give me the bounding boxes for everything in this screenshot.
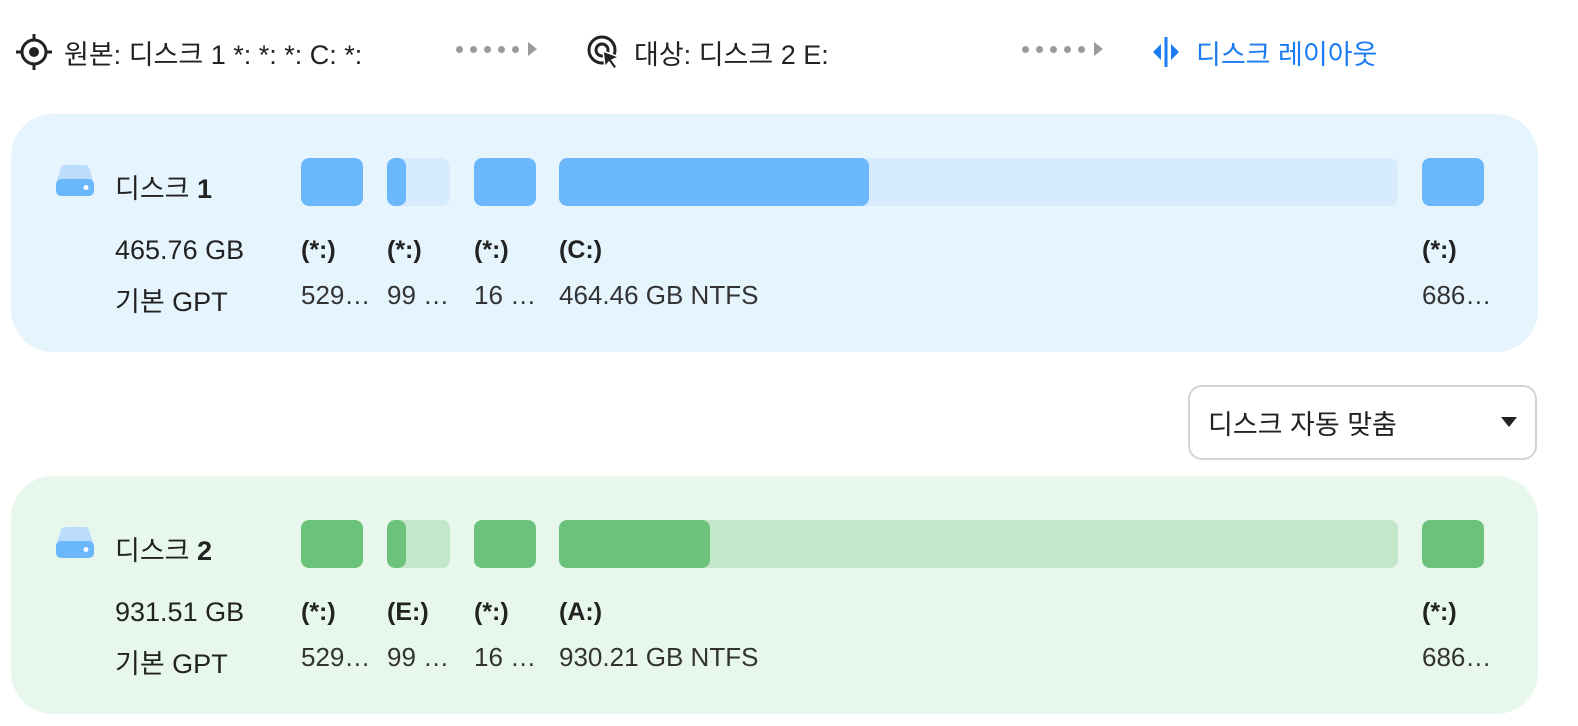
partition-label: (A:) <box>559 598 603 626</box>
partition-detail: 686… <box>1422 642 1492 672</box>
partition-label: (*:) <box>1422 236 1457 264</box>
partition-detail: 16 … <box>474 642 537 672</box>
partition-label: (*:) <box>474 236 509 264</box>
partition-bar[interactable] <box>1422 158 1484 206</box>
source-label: 원본: <box>64 39 122 70</box>
partition-label: (*:) <box>301 236 336 264</box>
disk-title: 디스크 1 <box>115 174 213 204</box>
partition-label: (C:) <box>559 236 603 264</box>
partition-detail: 686… <box>1422 280 1492 310</box>
hard-disk-icon <box>55 526 95 560</box>
partition-label: (E:) <box>387 598 429 626</box>
partition-used-fill <box>559 520 711 568</box>
partition-bar[interactable] <box>474 520 536 568</box>
disk-type: 기본 GPT <box>115 287 228 317</box>
hard-disk-icon <box>55 164 95 198</box>
partition-used-fill <box>1422 158 1484 206</box>
partition-bar[interactable] <box>387 158 450 206</box>
arrow-dots-icon <box>456 42 537 56</box>
disk-size: 465.76 GB <box>115 235 245 265</box>
partition-detail: 99 … <box>387 642 450 672</box>
partition-detail: 464.46 GB NTFS <box>559 280 759 310</box>
partition-label: (*:) <box>474 598 509 626</box>
dropdown-selected-value: 디스크 자동 맞춤 <box>1208 410 1397 440</box>
disk-title: 디스크 2 <box>115 536 213 566</box>
disk-layout-link[interactable]: 디스크 레이아웃 <box>1146 30 1377 74</box>
partition-bar[interactable] <box>301 158 363 206</box>
split-layout-icon <box>1146 32 1186 72</box>
partition-bar[interactable] <box>559 158 1398 206</box>
partition-label: (*:) <box>301 598 336 626</box>
target-label: 대상: <box>634 39 692 70</box>
caret-down-icon <box>1501 417 1517 427</box>
partition-bar[interactable] <box>474 158 536 206</box>
partition-used-fill <box>1422 520 1484 568</box>
partition-used-fill <box>474 158 536 206</box>
partition-bar[interactable] <box>301 520 363 568</box>
partition-detail: 99 … <box>387 280 450 310</box>
target-disk-panel: 디스크 2 931.51 GB 기본 GPT (*:) (E:) (*:) (A… <box>11 476 1538 714</box>
disk-clone-page: 원본: 디스크 1 *: *: *: C: *: 대상: 디스크 2 E: 디스… <box>0 0 1578 726</box>
disk-type: 기본 GPT <box>115 649 228 679</box>
target-summary: 대상: 디스크 2 E: <box>584 30 829 74</box>
partition-detail: 930.21 GB NTFS <box>559 642 759 672</box>
target-cursor-icon <box>584 32 624 72</box>
partition-used-fill <box>387 520 406 568</box>
partition-used-fill <box>301 520 363 568</box>
partition-detail: 529… <box>301 642 371 672</box>
crosshair-icon <box>14 32 54 72</box>
partition-bar[interactable] <box>559 520 1398 568</box>
source-disk-panel: 디스크 1 465.76 GB 기본 GPT (*:) (*:) (*:) (C… <box>11 114 1538 352</box>
target-value: 디스크 2 E: <box>698 39 829 70</box>
partition-used-fill <box>474 520 536 568</box>
partition-detail: 16 … <box>474 280 537 310</box>
partition-bar[interactable] <box>1422 520 1484 568</box>
partition-label: (*:) <box>1422 598 1457 626</box>
source-value: 디스크 1 *: *: *: C: *: <box>128 39 363 70</box>
partition-label: (*:) <box>387 236 422 264</box>
partition-used-fill <box>301 158 363 206</box>
disk-fit-dropdown[interactable]: 디스크 자동 맞춤 <box>1188 385 1537 460</box>
source-summary: 원본: 디스크 1 *: *: *: C: *: <box>14 30 362 74</box>
disk-size: 931.51 GB <box>115 597 245 627</box>
partition-bar[interactable] <box>387 520 450 568</box>
arrow-dots-icon <box>1022 42 1103 56</box>
partition-used-fill <box>387 158 406 206</box>
disk-layout-label: 디스크 레이아웃 <box>1196 39 1378 70</box>
partition-detail: 529… <box>301 280 371 310</box>
clone-summary-bar: 원본: 디스크 1 *: *: *: C: *: 대상: 디스크 2 E: 디스… <box>0 0 1578 100</box>
partition-used-fill <box>559 158 870 206</box>
